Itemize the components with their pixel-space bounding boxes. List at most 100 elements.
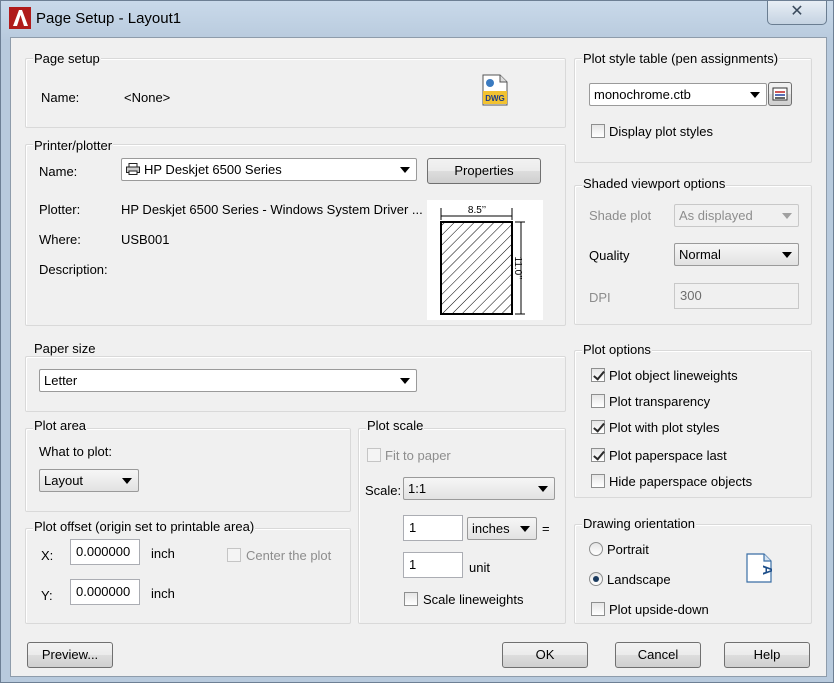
shaded-group-label: Shaded viewport options — [582, 176, 727, 191]
page-setup-name-label: Name: — [41, 90, 80, 105]
scale-lineweights-checkbox[interactable] — [404, 592, 418, 606]
display-plot-styles-checkbox[interactable] — [591, 124, 605, 138]
plot-options-group-label: Plot options — [582, 342, 652, 357]
cancel-button[interactable]: Cancel — [615, 642, 701, 668]
what-to-plot-label: What to plot: — [39, 444, 112, 459]
page-setup-group-label: Page setup — [33, 51, 101, 66]
properties-button[interactable]: Properties — [427, 158, 541, 184]
scale-units-value: inches — [472, 521, 510, 536]
plot-object-lineweights-checkbox[interactable] — [591, 368, 605, 382]
preview-button[interactable]: Preview... — [27, 642, 113, 668]
offset-x-label: X: — [41, 548, 54, 563]
autocad-app-icon — [9, 7, 31, 29]
scale-bottom-unit: unit — [469, 560, 490, 575]
plot-scale-group-label: Plot scale — [366, 418, 425, 433]
landscape-label: Landscape — [607, 572, 671, 587]
chevron-down-icon — [520, 526, 530, 532]
where-value: USB001 — [121, 232, 170, 247]
chevron-down-icon — [122, 478, 132, 484]
plotter-value: HP Deskjet 6500 Series - Windows System … — [121, 202, 423, 217]
paper-height-label: 11.0’’ — [512, 257, 523, 280]
printer-name-dropdown[interactable]: HP Deskjet 6500 Series — [121, 158, 417, 181]
window-title: Page Setup - Layout1 — [36, 10, 182, 27]
orientation-icon-letter: A — [760, 565, 772, 575]
chevron-down-icon — [782, 213, 792, 219]
hide-paperspace-objects-checkbox[interactable] — [591, 474, 605, 488]
paper-size-group-label: Paper size — [33, 341, 97, 356]
plot-option-label: Plot transparency — [609, 394, 711, 409]
page-setup-name-value: <None> — [124, 90, 171, 105]
scale-value: 1:1 — [408, 481, 427, 496]
printer-icon — [126, 163, 140, 175]
scale-label: Scale: — [365, 483, 402, 498]
offset-x-input[interactable]: 0.000000 — [70, 539, 140, 565]
plot-option-label: Plot paperspace last — [609, 448, 727, 463]
dialog-client-area: Page setup Name: <None> DWG Printer/plot… — [10, 37, 827, 677]
paper-width-label: 8.5’’ — [468, 205, 486, 216]
shade-plot-label: Shade plot — [589, 208, 652, 223]
what-to-plot-dropdown[interactable]: Layout — [39, 469, 139, 492]
plot-upside-down-label: Plot upside-down — [609, 602, 709, 617]
fit-to-paper-checkbox[interactable] — [367, 448, 381, 462]
offset-x-unit: inch — [151, 546, 175, 561]
plot-upside-down-checkbox[interactable] — [591, 602, 605, 616]
scale-units-dropdown[interactable]: inches — [467, 517, 537, 540]
scale-bottom-input[interactable]: 1 — [403, 552, 463, 578]
where-label: Where: — [39, 232, 81, 247]
plot-style-group-label: Plot style table (pen assignments) — [582, 51, 780, 66]
edit-plot-style-button[interactable] — [768, 82, 792, 106]
shade-plot-dropdown[interactable]: As displayed — [674, 204, 799, 227]
scale-top-input[interactable]: 1 — [403, 515, 463, 541]
quality-value: Normal — [679, 247, 721, 262]
chevron-down-icon — [750, 92, 760, 98]
quality-label: Quality — [589, 248, 630, 263]
plot-option-label: Plot with plot styles — [609, 420, 720, 435]
paper-preview-graphic: 8.5’’ 11.0’’ — [440, 205, 525, 315]
offset-y-input[interactable]: 0.000000 — [70, 579, 140, 605]
portrait-radio[interactable] — [589, 542, 603, 556]
plot-style-dropdown[interactable]: monochrome.ctb — [589, 83, 767, 106]
title-bar[interactable]: Page Setup - Layout1 ✕ — [1, 1, 834, 37]
orientation-preview-icon: A — [746, 553, 772, 583]
close-icon: ✕ — [790, 3, 804, 20]
plot-with-plot-styles-checkbox[interactable] — [591, 420, 605, 434]
plot-option-label: Plot object lineweights — [609, 368, 738, 383]
scale-lineweights-label: Scale lineweights — [423, 592, 524, 607]
help-button[interactable]: Help — [724, 642, 810, 668]
scale-dropdown[interactable]: 1:1 — [403, 477, 555, 500]
description-label: Description: — [39, 262, 108, 277]
orientation-group-label: Drawing orientation — [582, 516, 697, 531]
landscape-radio[interactable] — [589, 572, 603, 586]
shade-plot-value: As displayed — [679, 208, 753, 223]
close-button[interactable]: ✕ — [767, 1, 827, 25]
page-setup-dialog: Page Setup - Layout1 ✕ Page setup Name: … — [0, 0, 834, 683]
chevron-down-icon — [782, 252, 792, 258]
plot-option-label: Hide paperspace objects — [609, 474, 753, 489]
plot-offset-group-label: Plot offset (origin set to printable are… — [33, 519, 256, 534]
paper-size-value: Letter — [44, 373, 78, 388]
dpi-input[interactable]: 300 — [674, 283, 799, 309]
dwg-file-icon: DWG — [482, 74, 508, 106]
dpi-label: DPI — [589, 290, 611, 305]
ok-button[interactable]: OK — [502, 642, 588, 668]
portrait-label: Portrait — [607, 542, 649, 557]
dwg-icon-text: DWG — [485, 94, 505, 103]
chevron-down-icon — [400, 378, 410, 384]
printer-name-value: HP Deskjet 6500 Series — [144, 162, 282, 177]
paper-size-dropdown[interactable]: Letter — [39, 369, 417, 392]
center-plot-checkbox[interactable] — [227, 548, 241, 562]
plot-area-group-label: Plot area — [33, 418, 88, 433]
plot-style-table-group — [574, 58, 812, 163]
fit-to-paper-label: Fit to paper — [385, 448, 451, 463]
plot-transparency-checkbox[interactable] — [591, 394, 605, 408]
chevron-down-icon — [538, 486, 548, 492]
plot-paperspace-last-checkbox[interactable] — [591, 448, 605, 462]
edit-plot-style-icon — [772, 87, 788, 101]
what-to-plot-value: Layout — [44, 473, 84, 488]
printer-name-label: Name: — [39, 164, 78, 179]
center-plot-label: Center the plot — [246, 548, 332, 563]
quality-dropdown[interactable]: Normal — [674, 243, 799, 266]
display-plot-styles-label: Display plot styles — [609, 124, 714, 139]
printer-group-label: Printer/plotter — [33, 138, 114, 153]
plotter-label: Plotter: — [39, 202, 81, 217]
